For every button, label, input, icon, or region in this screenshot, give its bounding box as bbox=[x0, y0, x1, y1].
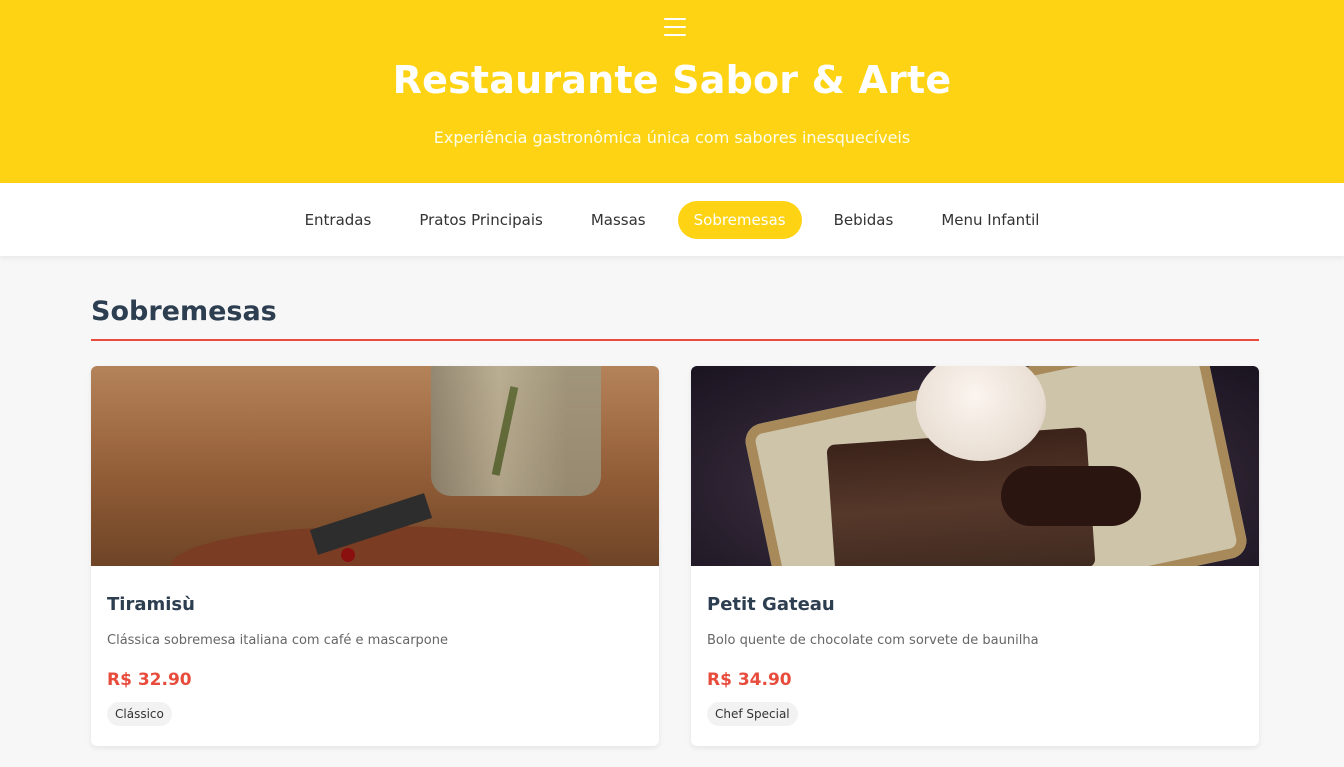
hero-header: Restaurante Sabor & Arte Experiência gas… bbox=[0, 0, 1344, 183]
tab-entradas[interactable]: Entradas bbox=[289, 201, 388, 239]
tab-menu-infantil[interactable]: Menu Infantil bbox=[925, 201, 1055, 239]
menu-section: Sobremesas Tiramisù Clássica sobremesa i… bbox=[91, 256, 1259, 746]
section-title: Sobremesas bbox=[91, 296, 277, 327]
tab-pratos-principais[interactable]: Pratos Principais bbox=[403, 201, 559, 239]
tiramisu-photo bbox=[91, 366, 659, 566]
menu-item-card[interactable]: Petit Gateau Bolo quente de chocolate co… bbox=[691, 366, 1259, 746]
item-tag: Clássico bbox=[107, 702, 172, 726]
hamburger-menu-icon[interactable] bbox=[664, 18, 686, 38]
tab-sobremesas[interactable]: Sobremesas bbox=[677, 200, 802, 239]
menu-items-grid: Tiramisù Clássica sobremesa italiana com… bbox=[91, 366, 1259, 746]
category-nav: Entradas Pratos Principais Massas Sobrem… bbox=[0, 183, 1344, 256]
petit-gateau-photo bbox=[691, 366, 1259, 566]
section-divider bbox=[91, 339, 1259, 341]
tab-massas[interactable]: Massas bbox=[575, 201, 662, 239]
menu-item-card[interactable]: Tiramisù Clássica sobremesa italiana com… bbox=[91, 366, 659, 746]
tab-bebidas[interactable]: Bebidas bbox=[818, 201, 910, 239]
item-price: R$ 32.90 bbox=[107, 670, 192, 690]
item-name: Petit Gateau bbox=[707, 594, 835, 615]
item-name: Tiramisù bbox=[107, 594, 195, 615]
item-price: R$ 34.90 bbox=[707, 670, 792, 690]
item-tag: Chef Special bbox=[707, 702, 798, 726]
restaurant-title: Restaurante Sabor & Arte bbox=[392, 58, 952, 102]
item-description: Clássica sobremesa italiana com café e m… bbox=[107, 633, 448, 648]
item-description: Bolo quente de chocolate com sorvete de … bbox=[707, 633, 1039, 648]
restaurant-subtitle: Experiência gastronômica única com sabor… bbox=[433, 128, 911, 147]
